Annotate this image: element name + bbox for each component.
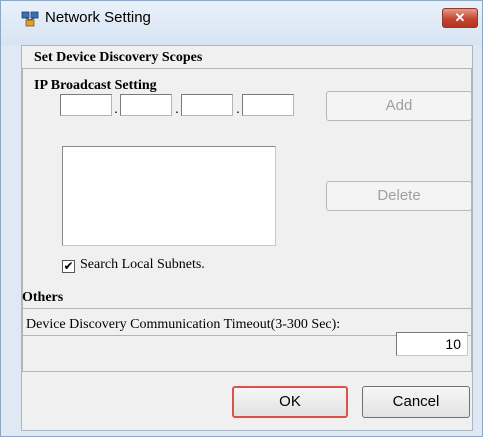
discovery-section-title: Set Device Discovery Scopes (34, 50, 203, 65)
network-app-icon (21, 11, 39, 27)
others-section-title: Others (22, 290, 64, 305)
ok-button[interactable]: OK (232, 386, 348, 418)
ip-octet-4-input[interactable] (242, 94, 294, 116)
delete-button[interactable]: Delete (326, 181, 472, 211)
search-local-subnets-label: Search Local Subnets. (80, 257, 205, 272)
search-local-subnets-checkbox[interactable]: ✔ (62, 260, 75, 273)
close-button[interactable]: ✕ (442, 8, 478, 28)
network-setting-dialog: Network Setting ✕ Set Device Discovery S… (0, 0, 483, 437)
close-icon: ✕ (454, 10, 466, 25)
dialog-body: Set Device Discovery Scopes IP Broadcast… (21, 45, 473, 431)
ip-octet-2-input[interactable] (120, 94, 172, 116)
ip-dot-separator: . (114, 100, 118, 116)
ip-octet-1-input[interactable] (60, 94, 112, 116)
timeout-input[interactable]: 10 (396, 332, 468, 356)
broadcast-address-list[interactable] (62, 146, 276, 246)
title-bar[interactable]: Network Setting ✕ (1, 1, 482, 45)
ip-octet-3-input[interactable] (181, 94, 233, 116)
timeout-label: Device Discovery Communication Timeout(3… (26, 317, 341, 332)
add-button[interactable]: Add (326, 91, 472, 121)
window-title: Network Setting (45, 9, 151, 26)
cancel-button[interactable]: Cancel (362, 386, 470, 418)
ip-dot-separator: . (236, 100, 240, 116)
ip-dot-separator: . (175, 100, 179, 116)
